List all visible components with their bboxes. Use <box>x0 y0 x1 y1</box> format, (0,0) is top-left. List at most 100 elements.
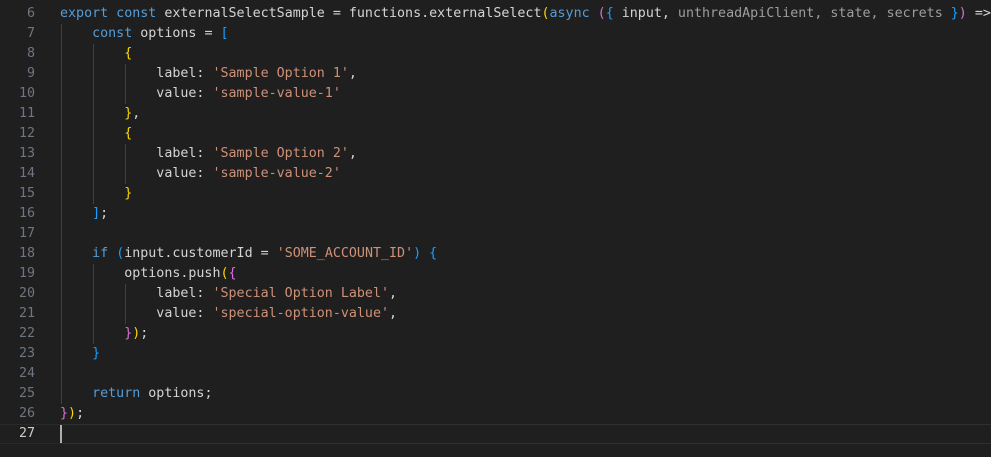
code-token: } <box>60 406 69 421</box>
code-token: ) <box>413 246 422 261</box>
code-token: ( <box>597 6 606 21</box>
code-line[interactable]: 26}); <box>0 404 991 424</box>
code-text: value: 'special-option-value', <box>60 304 397 324</box>
code-text: } <box>60 344 100 364</box>
code-token: , <box>389 306 398 321</box>
code-token: { <box>429 246 438 261</box>
code-line[interactable]: 19 options.push({ <box>0 264 991 284</box>
code-text: ]; <box>60 204 108 224</box>
code-line[interactable]: 21 value: 'special-option-value', <box>0 304 991 324</box>
code-token: export const <box>60 6 165 21</box>
code-text: { <box>60 44 132 64</box>
line-number: 24 <box>18 366 35 381</box>
code-token: , <box>348 66 357 81</box>
code-token: externalSelectSample = functions.externa… <box>164 6 542 21</box>
code-text: value: 'sample-value-2' <box>60 164 341 184</box>
code-text: options.push({ <box>60 264 237 284</box>
code-text: label: 'Special Option Label', <box>60 284 397 304</box>
code-line[interactable]: 24 <box>0 364 991 384</box>
code-token: 'SOME_ACCOUNT_ID' <box>276 246 414 261</box>
line-number: 17 <box>18 226 35 241</box>
code-token: ( <box>220 266 229 281</box>
code-editor[interactable]: 6 export const externalSelectSample = fun… <box>0 4 991 444</box>
code-token: , <box>389 286 398 301</box>
line-number: 14 <box>18 166 35 181</box>
code-line[interactable]: 23 } <box>0 344 991 364</box>
code-line[interactable]: 16 ]; <box>0 204 991 224</box>
line-number: 12 <box>18 126 35 141</box>
code-token: { <box>605 6 622 21</box>
code-text: }); <box>60 324 148 344</box>
code-line[interactable]: 25 return options; <box>0 384 991 404</box>
code-line[interactable]: 15 } <box>0 184 991 204</box>
code-text: export const externalSelectSample = func… <box>60 4 991 24</box>
code-line[interactable]: 18 if (input.customerId = 'SOME_ACCOUNT_… <box>0 244 991 264</box>
code-token: } <box>124 186 133 201</box>
code-token: options = <box>140 26 221 41</box>
code-token: input.customerId = <box>124 246 277 261</box>
code-line[interactable]: 13 label: 'Sample Option 2', <box>0 144 991 164</box>
code-line[interactable]: 22 }); <box>0 324 991 344</box>
code-text: if (input.customerId = 'SOME_ACCOUNT_ID'… <box>60 244 437 264</box>
code-token: input, <box>621 6 678 21</box>
line-number: 15 <box>18 186 35 201</box>
code-token: 'special-option-value' <box>212 306 390 321</box>
code-line[interactable]: 20 label: 'Special Option Label', <box>0 284 991 304</box>
code-token: 'Sample Option 1' <box>212 66 349 81</box>
line-number: 9 <box>26 66 35 81</box>
code-token: async <box>549 6 598 21</box>
code-token: ( <box>116 246 125 261</box>
code-text: }); <box>60 404 84 424</box>
code-token: ) <box>68 406 77 421</box>
line-number: 8 <box>26 46 35 61</box>
code-token: => <box>974 6 991 21</box>
line-number: 13 <box>18 146 35 161</box>
line-number: 10 <box>18 86 35 101</box>
code-line[interactable]: 10 value: 'sample-value-1' <box>0 84 991 104</box>
code-token: 'Sample Option 2' <box>212 146 349 161</box>
code-token: { <box>124 46 133 61</box>
code-text: return options; <box>60 384 212 404</box>
code-line[interactable]: 12 { <box>0 124 991 144</box>
code-token: label: <box>60 66 213 81</box>
code-token: { <box>228 266 237 281</box>
code-token: label: <box>60 146 213 161</box>
text-cursor <box>60 425 62 443</box>
code-token: } <box>950 6 959 21</box>
code-text: } <box>60 184 132 204</box>
line-number: 23 <box>18 346 35 361</box>
code-text: { <box>60 124 132 144</box>
code-token: ) <box>958 6 967 21</box>
code-token: ; <box>140 326 149 341</box>
code-token: value: <box>60 86 213 101</box>
code-text: }, <box>60 104 140 124</box>
code-token: options.push <box>60 266 221 281</box>
code-line[interactable]: 27 <box>0 424 991 444</box>
code-line[interactable]: 7 const options = [ <box>0 24 991 44</box>
code-token: [ <box>220 26 229 41</box>
code-token: , <box>348 146 357 161</box>
code-line[interactable]: 17 <box>0 224 991 244</box>
code-line[interactable]: 14 value: 'sample-value-2' <box>0 164 991 184</box>
code-token: const <box>92 26 141 41</box>
code-token: 'sample-value-2' <box>212 166 341 181</box>
code-line[interactable]: 6 export const externalSelectSample = fun… <box>0 4 991 24</box>
code-token: ] <box>92 206 101 221</box>
line-number: 21 <box>18 306 35 321</box>
code-token: } <box>92 346 101 361</box>
code-token: 'Special Option Label' <box>212 286 390 301</box>
code-line[interactable]: 11 }, <box>0 104 991 124</box>
code-line[interactable]: 9 label: 'Sample Option 1', <box>0 64 991 84</box>
line-number: 19 <box>18 266 35 281</box>
code-line[interactable]: 8 { <box>0 44 991 64</box>
line-number: 27 <box>18 426 35 441</box>
line-number: 16 <box>18 206 35 221</box>
code-token: ( <box>541 6 550 21</box>
code-text: value: 'sample-value-1' <box>60 84 341 104</box>
